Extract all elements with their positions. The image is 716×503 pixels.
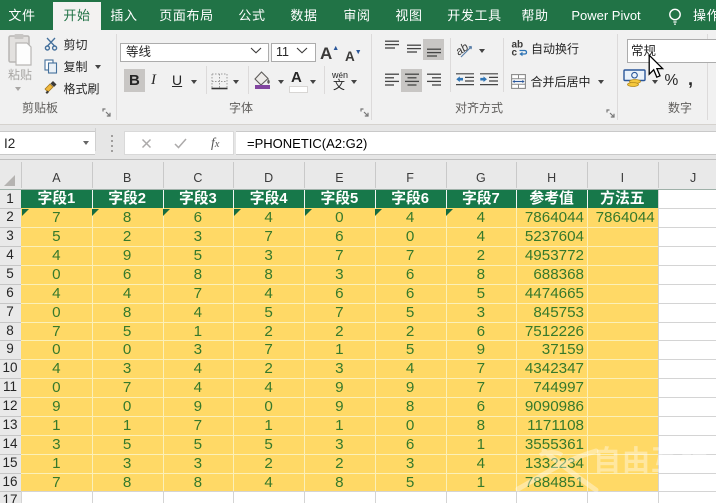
svg-text:自由互联: 自由互联 (593, 441, 709, 479)
svg-text:ab: ab (456, 41, 471, 58)
svg-text:c: c (512, 48, 518, 58)
